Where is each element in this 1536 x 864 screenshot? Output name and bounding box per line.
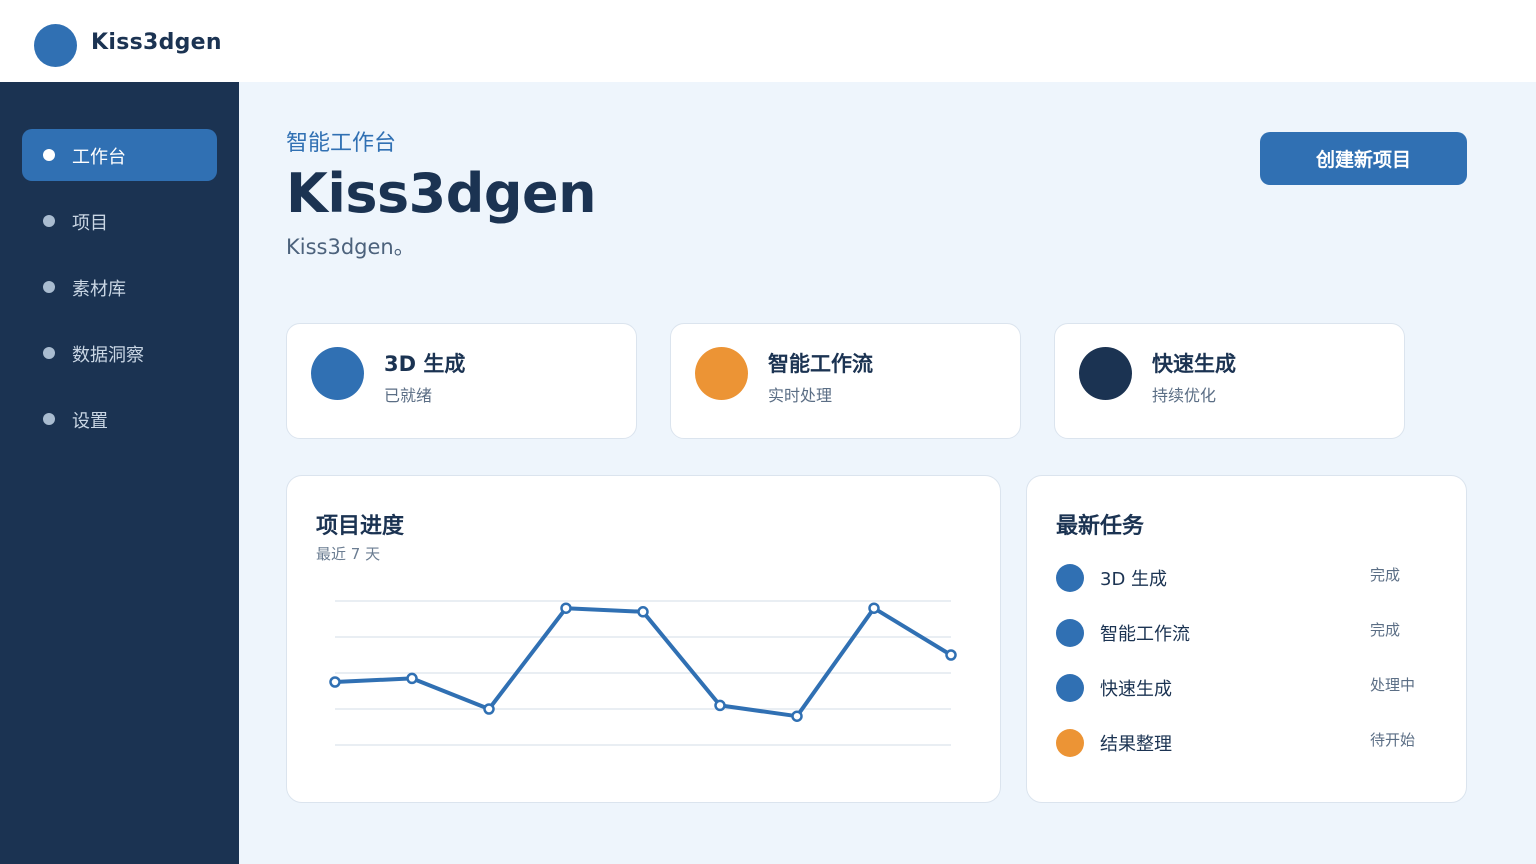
- stat-dot-icon: [311, 347, 364, 400]
- stat-dot-icon: [695, 347, 748, 400]
- task-label: 智能工作流: [1100, 624, 1190, 645]
- stat-card-workflow: 智能工作流 实时处理: [670, 323, 1021, 439]
- stat-title: 3D 生成: [384, 352, 466, 376]
- page-eyebrow: 智能工作台: [286, 131, 397, 156]
- chart-point[interactable]: [791, 710, 803, 722]
- task-label: 3D 生成: [1100, 569, 1168, 590]
- stat-card-3d: 3D 生成 已就绪: [286, 323, 637, 439]
- tasks-panel: 最新任务 3D 生成 完成 智能工作流 完成 快速生成 处理中 结果整理 待开始: [1026, 475, 1467, 803]
- sidebar-item-library[interactable]: 素材库: [22, 261, 217, 313]
- sidebar-item-insights[interactable]: 数据洞察: [22, 327, 217, 379]
- task-row[interactable]: 快速生成 处理中: [1056, 672, 1436, 702]
- sidebar-item-settings[interactable]: 设置: [22, 393, 217, 445]
- sidebar: 工作台 项目 素材库 数据洞察 设置: [0, 82, 239, 864]
- sidebar-item-label: 项目: [72, 213, 108, 234]
- sidebar-item-projects[interactable]: 项目: [22, 195, 217, 247]
- task-dot-icon: [1056, 564, 1084, 592]
- chart-point[interactable]: [329, 676, 341, 688]
- nav-dot-icon: [43, 149, 55, 161]
- nav-dot-icon: [43, 413, 55, 425]
- logo-icon: [34, 24, 77, 67]
- progress-panel: 项目进度 最近 7 天: [286, 475, 1001, 803]
- stat-dot-icon: [1079, 347, 1132, 400]
- nav-dot-icon: [43, 281, 55, 293]
- task-row[interactable]: 结果整理 待开始: [1056, 727, 1436, 757]
- page-title: Kiss3dgen: [286, 162, 597, 225]
- task-label: 快速生成: [1100, 679, 1172, 700]
- task-row[interactable]: 3D 生成 完成: [1056, 562, 1436, 592]
- progress-line-chart: [329, 600, 957, 746]
- task-status: 完成: [1370, 566, 1401, 584]
- top-bar: Kiss3dgen: [0, 0, 1536, 82]
- task-dot-icon: [1056, 619, 1084, 647]
- task-dot-icon: [1056, 674, 1084, 702]
- sidebar-item-label: 数据洞察: [72, 345, 144, 366]
- page-subtitle: Kiss3dgen。: [286, 235, 415, 259]
- chart-point[interactable]: [868, 602, 880, 614]
- sidebar-item-label: 工作台: [72, 147, 126, 168]
- chart-point[interactable]: [560, 602, 572, 614]
- chart-point[interactable]: [483, 703, 495, 715]
- task-row[interactable]: 智能工作流 完成: [1056, 617, 1436, 647]
- chart-point[interactable]: [406, 672, 418, 685]
- stat-subtitle: 已就绪: [384, 386, 433, 405]
- create-project-button[interactable]: 创建新项目: [1260, 132, 1467, 185]
- nav-dot-icon: [43, 215, 55, 227]
- chart-point[interactable]: [714, 699, 726, 712]
- sidebar-item-label: 素材库: [72, 279, 126, 300]
- task-status: 完成: [1370, 621, 1401, 639]
- stat-title: 智能工作流: [768, 352, 873, 376]
- task-label: 结果整理: [1100, 734, 1172, 755]
- chart-point[interactable]: [945, 649, 957, 661]
- sidebar-item-workbench[interactable]: 工作台: [22, 129, 217, 181]
- stat-subtitle: 实时处理: [768, 386, 833, 405]
- sidebar-item-label: 设置: [72, 411, 108, 432]
- brand-name: Kiss3dgen: [91, 30, 222, 55]
- nav-dot-icon: [43, 347, 55, 359]
- task-status: 待开始: [1370, 731, 1416, 749]
- tasks-title: 最新任务: [1056, 514, 1145, 539]
- chart-series-line: [333, 606, 953, 719]
- stat-card-fast: 快速生成 持续优化: [1054, 323, 1405, 439]
- stat-subtitle: 持续优化: [1152, 386, 1217, 405]
- chart-point[interactable]: [637, 606, 649, 618]
- task-dot-icon: [1056, 729, 1084, 757]
- stat-title: 快速生成: [1152, 352, 1236, 376]
- task-status: 处理中: [1370, 676, 1416, 694]
